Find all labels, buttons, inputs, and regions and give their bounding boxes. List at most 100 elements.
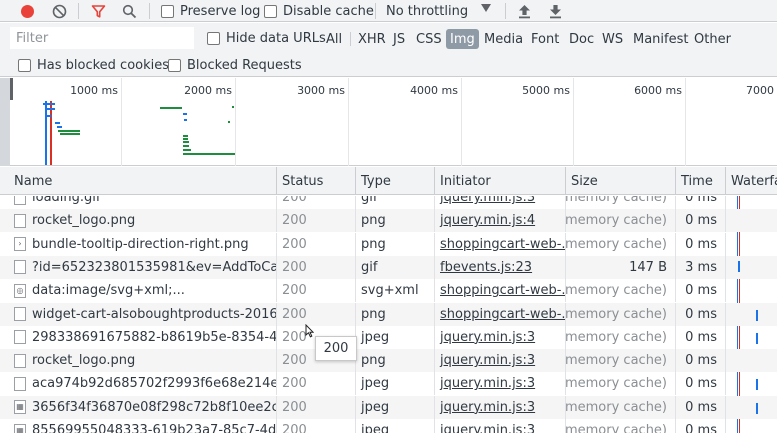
type-filter-other[interactable]: Other	[691, 29, 734, 49]
time-cell: 0 ms	[675, 232, 725, 256]
chevron-down-icon[interactable]	[481, 4, 491, 12]
name-cell[interactable]: ▦ 85569955048333-619b23a7-85c7-4d4...	[0, 419, 276, 433]
filter-input[interactable]	[10, 27, 194, 49]
table-row[interactable]: aca974b92d685702f2993f6e68e214e8... 200 jp…	[0, 372, 777, 396]
initiator-cell[interactable]: shoppingcart-web-...	[434, 302, 565, 326]
table-row[interactable]: ▦ 3656f34f36870e08f298c72b8f10ee2c7... 200…	[0, 395, 777, 419]
name-cell[interactable]: rocket_logo.png	[0, 349, 276, 372]
export-har-button[interactable]	[545, 0, 565, 22]
type-filter-xhr[interactable]: XHR	[355, 29, 389, 49]
type-filter-font[interactable]: Font	[528, 29, 562, 49]
table-row[interactable]: ▦ 85569955048333-619b23a7-85c7-4d4... 200 j…	[0, 419, 777, 433]
name-cell[interactable]: loading.gif	[0, 196, 276, 209]
table-row[interactable]: ?id=652323801535981&ev=AddToCar... 200 gif…	[0, 255, 777, 279]
import-har-button[interactable]	[514, 0, 534, 22]
name-cell[interactable]: ▦ 3656f34f36870e08f298c72b8f10ee2c7...	[0, 396, 276, 419]
overview-tick-label: 3000 ms	[297, 84, 345, 97]
initiator-link[interactable]: shoppingcart-web-...	[440, 283, 565, 298]
hide-data-urls-checkbox[interactable]: Hide data URLs	[207, 27, 326, 49]
type-cell: gif	[355, 255, 434, 279]
type-filter-media[interactable]: Media	[481, 29, 526, 49]
initiator-link[interactable]: jquery.min.js:3	[440, 400, 535, 415]
table-row[interactable]: rocket_logo.png 200 png jquery.min.js:4 (mem…	[0, 209, 777, 233]
initiator-cell[interactable]: jquery.min.js:3	[434, 419, 565, 433]
column-header-size[interactable]: Size	[565, 167, 675, 195]
name-cell[interactable]: rocket_logo.png	[0, 209, 276, 232]
type-filter-css[interactable]: CSS	[413, 29, 445, 49]
table-row[interactable]: › bundle-tooltip-direction-right.png 200 pn…	[0, 232, 777, 256]
name-cell[interactable]: 298338691675882-b8619b5e-8354-4a...	[0, 326, 276, 349]
waterfall-cell	[725, 349, 777, 373]
initiator-link[interactable]: jquery.min.js:3	[440, 353, 535, 368]
column-header-type[interactable]: Type	[355, 167, 434, 195]
search-button[interactable]	[118, 0, 140, 22]
preserve-log-label: Preserve log	[180, 3, 261, 19]
initiator-cell[interactable]: jquery.min.js:4	[434, 209, 565, 233]
hide-data-urls-box[interactable]	[207, 31, 220, 45]
timeline-overview[interactable]: 1000 ms 2000 ms 3000 ms 4000 ms 5000 ms …	[0, 78, 777, 166]
name-cell[interactable]: ?id=652323801535981&ev=AddToCar...	[0, 256, 276, 279]
overview-gridline	[685, 78, 686, 166]
initiator-link[interactable]: shoppingcart-web-...	[440, 307, 565, 322]
table-row[interactable]: widget-cart-alsoboughtproducts-2016... 20…	[0, 302, 777, 326]
name-cell[interactable]: aca974b92d685702f2993f6e68e214e8...	[0, 372, 276, 395]
initiator-cell[interactable]: shoppingcart-web-...	[434, 232, 565, 256]
initiator-cell[interactable]: jquery.min.js:3	[434, 196, 565, 209]
time-cell: 0 ms	[675, 302, 725, 326]
name-cell[interactable]: › bundle-tooltip-direction-right.png	[0, 233, 276, 256]
type-filter-ws[interactable]: WS	[599, 29, 626, 49]
clear-button[interactable]	[48, 0, 70, 22]
size-cell: (memory cache)	[565, 325, 675, 349]
initiator-link[interactable]: fbevents.js:23	[440, 260, 532, 275]
type-filter-img[interactable]: Img	[446, 29, 479, 49]
name-cell[interactable]: ◎ data:image/svg+xml;...	[0, 279, 276, 302]
blocked-requests-box[interactable]	[168, 58, 181, 72]
initiator-cell[interactable]: jquery.min.js:3	[434, 395, 565, 419]
initiator-link[interactable]: jquery.min.js:3	[440, 196, 535, 205]
filter-toggle-button[interactable]	[87, 0, 109, 22]
type-filter-doc[interactable]: Doc	[566, 29, 597, 49]
table-row[interactable]: rocket_logo.png 200 png jquery.min.js:3 (mem…	[0, 349, 777, 373]
initiator-cell[interactable]: fbevents.js:23	[434, 255, 565, 279]
type-filter-js[interactable]: JS	[390, 29, 408, 49]
initiator-cell[interactable]: shoppingcart-web-...	[434, 279, 565, 303]
blocked-requests-checkbox[interactable]: Blocked Requests	[168, 54, 302, 76]
initiator-link[interactable]: jquery.min.js:3	[440, 330, 535, 345]
column-header-initiator[interactable]: Initiator	[434, 167, 565, 195]
has-blocked-cookies-checkbox[interactable]: Has blocked cookies	[18, 54, 169, 76]
disable-cache-box[interactable]	[264, 4, 277, 18]
disable-cache-checkbox[interactable]: Disable cache	[264, 0, 374, 22]
table-row[interactable]: loading.gif 200 gif jquery.min.js:3 (memory …	[0, 196, 777, 209]
throttling-select[interactable]: No throttling	[386, 0, 468, 22]
preserve-log-box[interactable]	[161, 4, 174, 18]
request-name: aca974b92d685702f2993f6e68e214e8...	[32, 376, 276, 392]
request-name: loading.gif	[32, 196, 101, 205]
initiator-link[interactable]: jquery.min.js:4	[440, 213, 535, 228]
overview-window-handle[interactable]	[10, 78, 13, 100]
column-header-time[interactable]: Time	[675, 167, 725, 195]
table-row[interactable]: 298338691675882-b8619b5e-8354-4a... 200 jp…	[0, 325, 777, 349]
filter-bar: Hide data URLs All XHR JS CSS Img Media …	[0, 23, 777, 53]
initiator-cell[interactable]: jquery.min.js:3	[434, 372, 565, 396]
status-cell: 200	[276, 419, 355, 433]
initiator-link[interactable]: jquery.min.js:3	[440, 376, 535, 391]
column-header-waterfall[interactable]: Waterfall	[725, 167, 777, 195]
preserve-log-checkbox[interactable]: Preserve log	[161, 0, 260, 22]
time-cell: 0 ms	[675, 419, 725, 433]
has-blocked-cookies-box[interactable]	[18, 58, 31, 72]
status-cell: 200	[276, 209, 355, 233]
request-name: 3656f34f36870e08f298c72b8f10ee2c7...	[32, 399, 276, 415]
record-button[interactable]	[16, 0, 38, 22]
column-header-name[interactable]: Name	[0, 167, 276, 195]
type-cell: jpeg	[355, 419, 434, 433]
type-filter-all[interactable]: All	[323, 29, 345, 49]
overview-gridline	[573, 78, 574, 166]
type-filter-manifest[interactable]: Manifest	[630, 29, 691, 49]
name-cell[interactable]: widget-cart-alsoboughtproducts-2016...	[0, 303, 276, 326]
initiator-link[interactable]: shoppingcart-web-...	[440, 237, 565, 252]
column-header-status[interactable]: Status	[276, 167, 355, 195]
table-row[interactable]: ◎ data:image/svg+xml;... 200 svg+xml shoppin…	[0, 279, 777, 303]
initiator-link[interactable]: jquery.min.js:3	[440, 423, 535, 433]
initiator-cell[interactable]: jquery.min.js:3	[434, 349, 565, 373]
initiator-cell[interactable]: jquery.min.js:3	[434, 325, 565, 349]
